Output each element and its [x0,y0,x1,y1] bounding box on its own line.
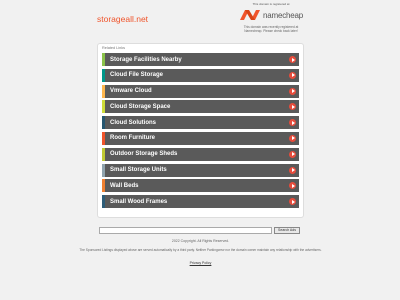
arrow-right-icon [289,87,296,95]
related-link-row[interactable]: Small Storage Units [102,163,299,177]
related-link-label: Cloud Storage Space [110,103,171,110]
related-link-row[interactable]: Storage Facilities Nearby [102,53,299,66]
related-link-row[interactable]: Cloud Solutions [102,116,299,130]
related-links-title: Related Links [102,46,126,50]
arrow-right-icon [289,150,296,158]
registrar-description: This domain was recently registered at N… [243,25,299,33]
disclaimer-text: The Sponsored Listings displayed above a… [79,248,322,252]
arrow-right-icon [289,103,296,111]
related-link-label: Small Storage Units [110,167,167,174]
arrow-right-icon [289,119,296,127]
related-link-row[interactable]: Wall Beds [102,179,299,193]
related-link-label: Cloud File Storage [110,72,164,79]
search-input[interactable] [99,227,272,234]
arrow-right-icon [289,198,296,206]
related-links-list: Storage Facilities Nearby Cloud File Stor… [102,53,299,211]
related-link-row[interactable]: Vmware Cloud [102,84,299,98]
related-link-label: Wall Beds [110,182,139,189]
namecheap-wordmark: namecheap [262,10,303,20]
related-link-row[interactable]: Room Furniture [102,131,299,145]
related-link-label: Vmware Cloud [110,88,152,95]
site-title: storageall.net [97,14,149,24]
namecheap-n-icon [239,10,260,20]
related-link-row[interactable]: Cloud Storage Space [102,100,299,114]
related-links-panel: Related Links Storage Facilities Nearby C… [97,43,304,218]
copyright-text: 2022 Copyright. All Rights Reserved. [171,239,230,243]
related-link-label: Storage Facilities Nearby [110,56,182,63]
arrow-right-icon [289,134,296,142]
arrow-right-icon [289,166,296,174]
related-link-label: Outdoor Storage Sheds [110,151,178,158]
related-link-row[interactable]: Small Wood Frames [102,195,299,209]
namecheap-logo[interactable]: namecheap [238,8,304,22]
search-ads-button[interactable]: Search Ads [274,227,300,234]
arrow-right-icon [289,182,296,190]
related-link-label: Room Furniture [110,135,155,142]
registrar-notice: This domain is registered at [252,2,290,6]
related-link-row[interactable]: Cloud File Storage [102,68,299,82]
arrow-right-icon [289,71,296,79]
arrow-right-icon [289,56,296,63]
related-link-label: Small Wood Frames [110,198,168,205]
related-link-label: Cloud Solutions [110,119,156,126]
privacy-policy-link[interactable]: Privacy Policy [97,261,304,265]
related-link-row[interactable]: Outdoor Storage Sheds [102,147,299,161]
